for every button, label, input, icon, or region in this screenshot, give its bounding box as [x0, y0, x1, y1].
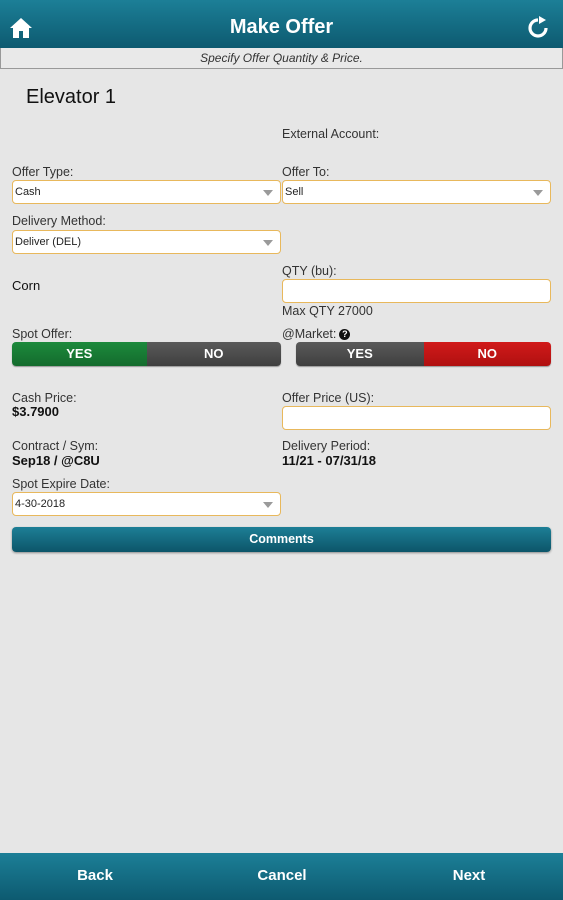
at-market-label-wrap: @Market:? [282, 327, 351, 341]
cash-price-value: $3.7900 [12, 404, 59, 419]
qty-input[interactable] [282, 279, 551, 303]
offer-type-select[interactable]: Cash [12, 180, 281, 204]
at-market-yes-button[interactable]: YES [296, 342, 424, 366]
delivery-method-select[interactable]: Deliver (DEL) [12, 230, 281, 254]
qty-label: QTY (bu): [282, 264, 337, 278]
cash-price-label: Cash Price: [12, 391, 77, 405]
spot-offer-yes-button[interactable]: YES [12, 342, 147, 366]
cancel-button[interactable]: Cancel [232, 853, 332, 900]
delivery-method-value: Deliver (DEL) [15, 236, 82, 248]
delivery-period-value: 11/21 - 07/31/18 [282, 453, 376, 468]
chevron-down-icon [263, 502, 273, 508]
question-circle-icon[interactable]: ? [339, 329, 351, 341]
next-button[interactable]: Next [419, 853, 519, 900]
offer-price-input[interactable] [282, 406, 551, 430]
spot-expire-value: 4-30-2018 [15, 498, 66, 510]
external-account-label: External Account: [282, 127, 380, 141]
chevron-down-icon [263, 240, 273, 246]
chevron-down-icon [263, 190, 273, 196]
offer-to-select[interactable]: Sell [282, 180, 551, 204]
at-market-toggle[interactable]: YES NO [296, 342, 551, 366]
offer-type-value: Cash [15, 186, 41, 198]
max-qty-text: Max QTY 27000 [282, 304, 373, 318]
delivery-method-label: Delivery Method: [12, 214, 106, 228]
chevron-down-icon [533, 190, 543, 196]
offer-price-label: Offer Price (US): [282, 391, 375, 405]
contract-value: Sep18 / @C8U [12, 453, 100, 468]
offer-to-label: Offer To: [282, 165, 330, 179]
page-title: Make Offer [229, 16, 334, 38]
contract-label: Contract / Sym: [12, 439, 99, 453]
footer-bar: Back Cancel Next [0, 853, 563, 900]
app-header: Make Offer [0, 0, 563, 48]
spot-expire-label: Spot Expire Date: [12, 477, 110, 491]
comments-button[interactable]: Comments [12, 527, 551, 552]
commodity-name: Corn [12, 278, 41, 293]
spot-offer-label: Spot Offer: [12, 327, 73, 341]
spot-offer-toggle[interactable]: YES NO [12, 342, 281, 366]
back-button[interactable]: Back [45, 853, 145, 900]
spot-offer-no-button[interactable]: NO [146, 342, 281, 366]
subheader-instruction: Specify Offer Quantity & Price. [0, 48, 563, 69]
at-market-label: @Market: [282, 327, 337, 341]
elevator-name: Elevator 1 [26, 86, 117, 108]
spot-expire-select[interactable]: 4-30-2018 [12, 492, 281, 516]
offer-type-label: Offer Type: [12, 165, 74, 179]
at-market-no-button[interactable]: NO [423, 342, 551, 366]
delivery-period-label: Delivery Period: [282, 439, 371, 453]
offer-to-value: Sell [285, 186, 304, 198]
refresh-icon[interactable] [526, 16, 554, 44]
